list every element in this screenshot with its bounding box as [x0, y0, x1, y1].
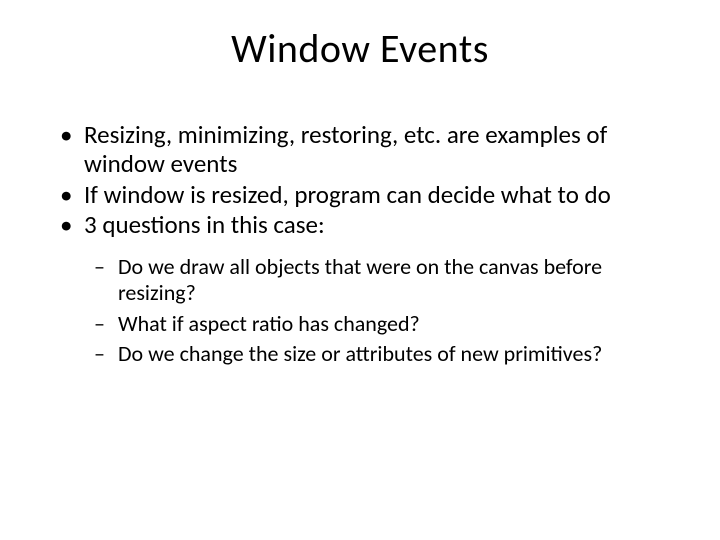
- sub-bullet-item: Do we change the size or attributes of n…: [94, 341, 680, 367]
- bullet-item: 3 questions in this case:: [60, 211, 680, 240]
- sub-bullet-item: What if aspect ratio has changed?: [94, 311, 680, 337]
- bullet-item: Resizing, minimizing, restoring, etc. ar…: [60, 121, 680, 179]
- main-bullet-list: Resizing, minimizing, restoring, etc. ar…: [40, 121, 680, 240]
- sub-bullet-list: Do we draw all objects that were on the …: [40, 254, 680, 368]
- bullet-item: If window is resized, program can decide…: [60, 181, 680, 210]
- sub-bullet-item: Do we draw all objects that were on the …: [94, 254, 680, 307]
- slide-title: Window Events: [40, 24, 680, 73]
- slide-container: Window Events Resizing, minimizing, rest…: [0, 0, 720, 540]
